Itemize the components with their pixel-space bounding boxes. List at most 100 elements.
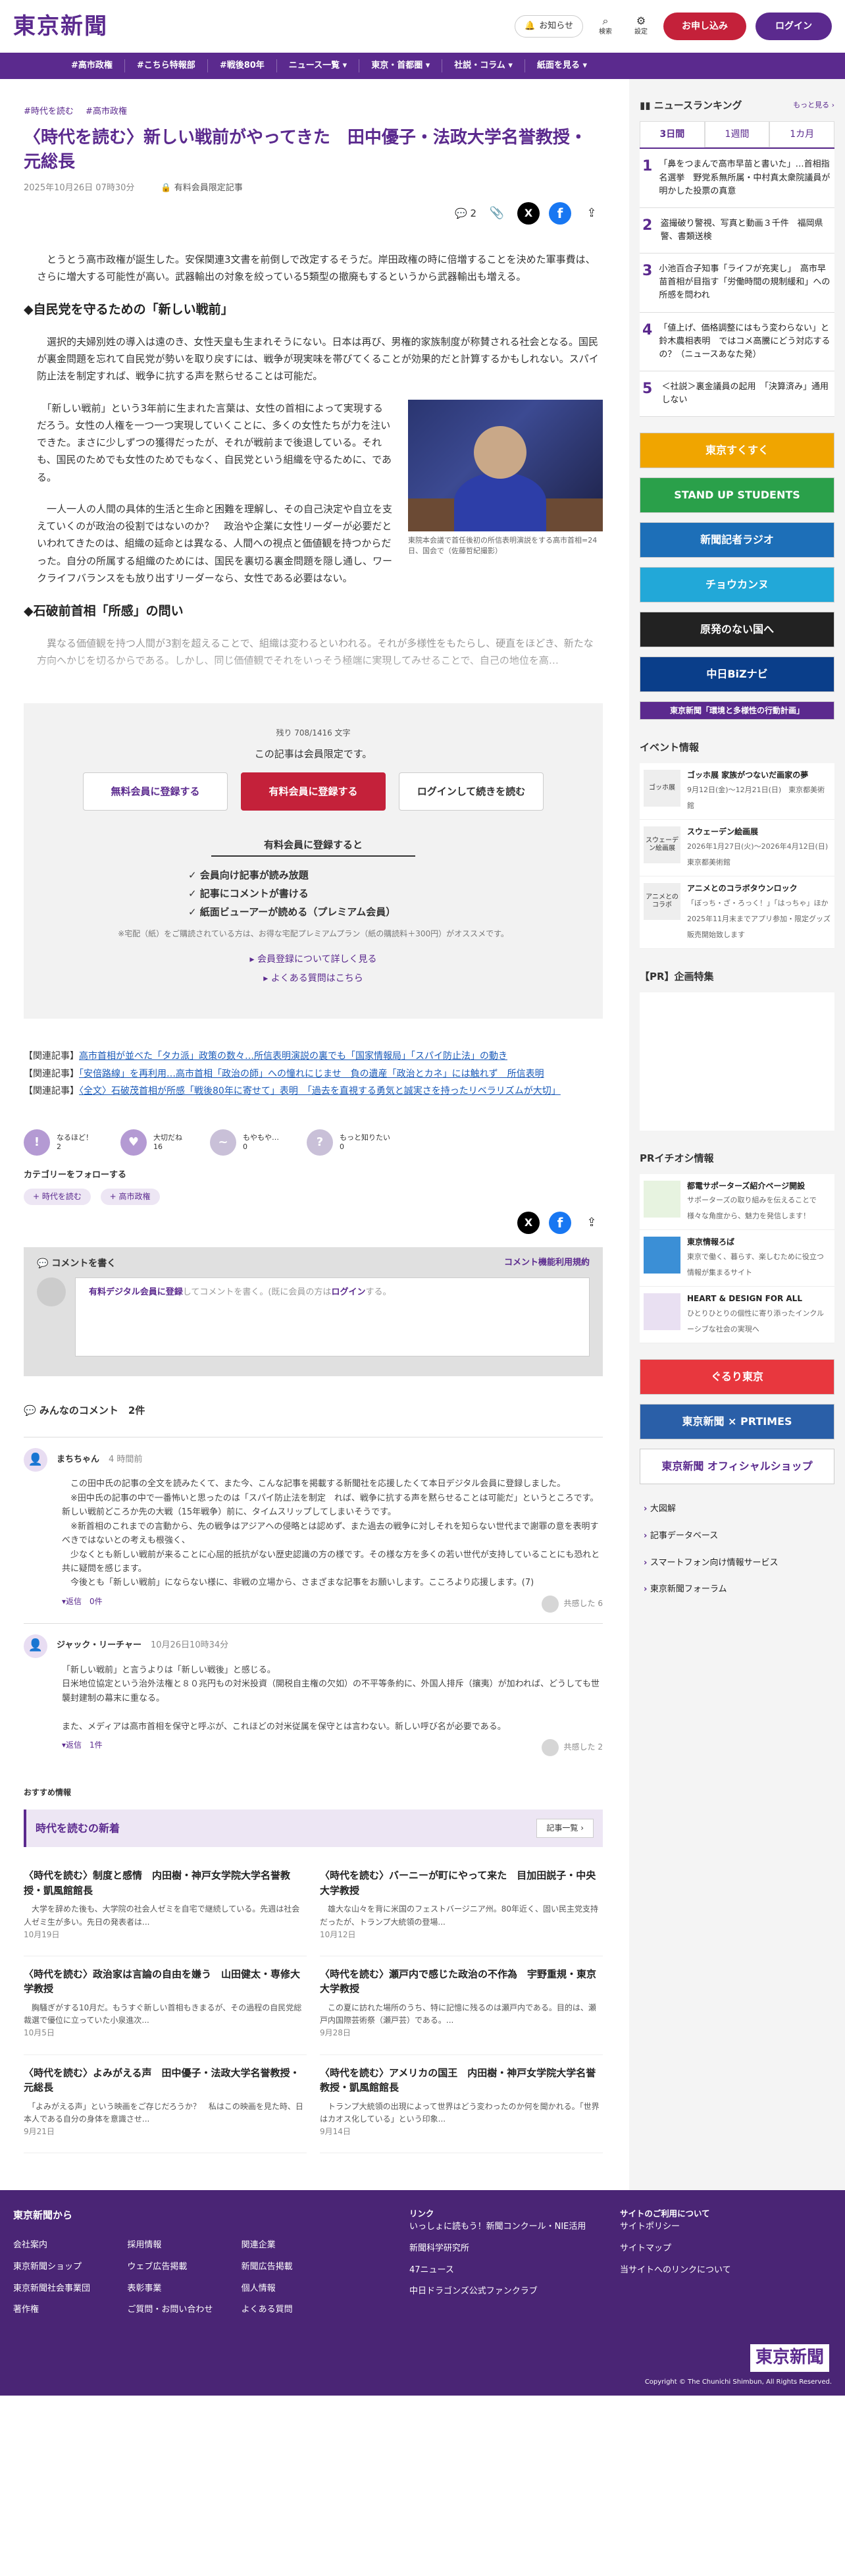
- sidebar-banner[interactable]: 新聞記者ラジオ: [640, 522, 834, 558]
- event-title[interactable]: スウェーデン絵画展: [687, 826, 831, 838]
- tag-link[interactable]: #高市政権: [86, 107, 127, 117]
- sidebar-banner[interactable]: 東京すくすく: [640, 433, 834, 469]
- tag-link[interactable]: #時代を読む: [24, 107, 74, 117]
- reaction-taisetsu[interactable]: ♥ 大切だね 16: [120, 1129, 182, 1156]
- ranking-title[interactable]: 盗撮破り警視、写真と動画３千件 福岡県警、書類送検: [661, 217, 832, 244]
- footer-link[interactable]: 47ニュース: [409, 2264, 620, 2278]
- article-list-button[interactable]: 記事一覧 ›: [536, 1819, 594, 1838]
- ranking-item[interactable]: 3 小池百合子知事「ライフが充実し」 高市早苗首相が目指す「労働時間の規制緩和」へ…: [640, 254, 834, 313]
- ranking-more-link[interactable]: もっと見る ›: [793, 99, 834, 111]
- card-title[interactable]: 〈時代を読む〉よみがえる声 田中優子・法政大学名誉教授・元総長: [24, 2066, 307, 2095]
- footer-link[interactable]: 新聞広告掲載: [242, 2261, 355, 2274]
- article-card[interactable]: 〈時代を読む〉よみがえる声 田中優子・法政大学名誉教授・元総長 「よみがえる声」…: [24, 2055, 307, 2154]
- ranking-title[interactable]: 「値上げ、価格調整にはもう変わらない」と鈴木農相表明 ではコメ高騰にどう対応する…: [659, 322, 832, 362]
- footer-link[interactable]: いっしょに読もう！新聞コンクール・NIE活用: [409, 2220, 620, 2234]
- ranking-title[interactable]: 「鼻をつまんで高市早苗と書いた」…首相指名選挙 野党系無所属・中村真太衆院議員が…: [659, 158, 832, 198]
- footer-link[interactable]: サイトマップ: [620, 2242, 832, 2256]
- footer-logo[interactable]: 東京新聞: [750, 2344, 829, 2373]
- card-title[interactable]: 〈時代を読む〉制度と感情 内田樹・神戸女学院大学名誉教授・凱風館館長: [24, 1868, 307, 1898]
- nav-item[interactable]: 東京・首都圏 ▾: [359, 59, 443, 72]
- facebook-share-icon[interactable]: f: [549, 1211, 571, 1234]
- event-item[interactable]: スウェーデン絵画展 スウェーデン絵画展 2026年1月27日(火)〜2026年4月1…: [640, 820, 835, 876]
- empathy-button[interactable]: 共感した 2: [541, 1739, 603, 1756]
- footer-link[interactable]: 著作権: [13, 2303, 127, 2317]
- footer-link[interactable]: 採用情報: [127, 2239, 241, 2253]
- search-button[interactable]: ⌕ 検索: [592, 14, 619, 38]
- register-link[interactable]: 有料デジタル会員に登録: [89, 1287, 183, 1297]
- ranking-item[interactable]: 5 ＜社説＞裏金議員の起用 「決算済み」通用しない: [640, 371, 834, 417]
- tab-1week[interactable]: 1週間: [704, 121, 770, 148]
- signup-button[interactable]: お申し込み: [663, 12, 746, 41]
- x-share-icon[interactable]: X: [517, 1211, 540, 1234]
- tab-3days[interactable]: 3日間: [640, 121, 705, 148]
- article-card[interactable]: 〈時代を読む〉政治家は言論の自由を嫌う 山田健太・専修大学教授 胸騒ぎがする10…: [24, 1956, 307, 2055]
- reply-toggle[interactable]: ▾返信 0件: [62, 1596, 103, 1613]
- event-title[interactable]: ゴッホ展 家族がつないだ画家の夢: [687, 770, 831, 781]
- footer-link[interactable]: 会社案内: [13, 2239, 127, 2253]
- footer-link[interactable]: 東京新聞社会事業団: [13, 2282, 127, 2296]
- card-title[interactable]: 〈時代を読む〉アメリカの国王 内田樹・神戸女学院大学名誉教授・凱風館館長: [320, 2066, 603, 2095]
- event-title[interactable]: アニメとのコラボタウンロック: [687, 883, 831, 894]
- ranking-title[interactable]: 小池百合子知事「ライフが充実し」 高市早苗首相が目指す「労働時間の規制緩和」への…: [659, 263, 832, 302]
- comment-input[interactable]: 有料デジタル会員に登録してコメントを書く。(既に会員の方はログインする。: [75, 1277, 590, 1357]
- ranking-title[interactable]: ＜社説＞裏金議員の起用 「決算済み」通用しない: [661, 381, 832, 407]
- nav-item[interactable]: #高市政権: [59, 59, 125, 72]
- footer-link[interactable]: 当サイトへのリンクについて: [620, 2264, 832, 2278]
- related-link[interactable]: 「安倍路線」を再利用…高市首相「政治の師」への憧れにじませ 負の遺産「政治とカネ…: [79, 1069, 544, 1079]
- reaction-moyamoya[interactable]: ~ もやもや… 0: [210, 1129, 279, 1156]
- empathy-button[interactable]: 共感した 6: [541, 1595, 603, 1613]
- footer-link[interactable]: ご質問・お問い合わせ: [127, 2303, 241, 2317]
- x-share-icon[interactable]: X: [517, 201, 540, 225]
- footer-link[interactable]: よくある質問: [242, 2303, 355, 2317]
- nav-item[interactable]: 紙面を見る ▾: [525, 59, 599, 72]
- nav-item[interactable]: #こちら特報部: [125, 59, 208, 72]
- free-signup-button[interactable]: 無料会員に登録する: [83, 772, 228, 811]
- share-icon[interactable]: ⇪: [580, 1212, 603, 1234]
- event-image[interactable]: ゴッホ展: [644, 770, 680, 807]
- site-logo[interactable]: 東京新聞: [13, 9, 108, 44]
- article-card[interactable]: 〈時代を読む〉制度と感情 内田樹・神戸女学院大学名誉教授・凱風館館長 大学を辞め…: [24, 1858, 307, 1956]
- sidebar-link[interactable]: スマートフォン向け情報サービス: [640, 1550, 834, 1577]
- login-link[interactable]: ログイン: [331, 1287, 365, 1297]
- follow-chip[interactable]: + 高市政権: [100, 1188, 160, 1205]
- facebook-share-icon[interactable]: f: [549, 201, 571, 225]
- tab-1month[interactable]: 1カ月: [769, 121, 835, 148]
- login-button[interactable]: ログイン: [755, 12, 832, 41]
- event-image[interactable]: スウェーデン絵画展: [644, 826, 680, 864]
- card-title[interactable]: 〈時代を読む〉政治家は言論の自由を嫌う 山田健太・専修大学教授: [24, 1967, 307, 1997]
- faq-link[interactable]: ▸ よくある質問はこちら: [50, 971, 576, 986]
- pr-item[interactable]: 東京情報ろば 東京で働く、暮らす、楽しむために役立つ情報が集まるサイト: [640, 1230, 834, 1287]
- article-card[interactable]: 〈時代を読む〉アメリカの国王 内田樹・神戸女学院大学名誉教授・凱風館館長 トラン…: [320, 2055, 603, 2154]
- sidebar-banner[interactable]: 東京新聞「環境と多様性の行動計画」: [640, 701, 834, 720]
- comment-rules-link[interactable]: コメント機能利用規約: [504, 1256, 590, 1271]
- follow-chip[interactable]: + 時代を読む: [24, 1188, 91, 1205]
- clip-icon[interactable]: 📎: [486, 202, 508, 225]
- paid-signup-button[interactable]: 有料会員に登録する: [241, 772, 386, 811]
- nav-item[interactable]: ニュース一覧 ▾: [277, 59, 360, 72]
- sidebar-link[interactable]: 記事データベース: [640, 1523, 834, 1550]
- ranking-item[interactable]: 4 「値上げ、価格調整にはもう変わらない」と鈴木農相表明 ではコメ高騰にどう対応す…: [640, 312, 834, 371]
- sidebar-link[interactable]: 大図解: [640, 1496, 834, 1523]
- nav-item[interactable]: #戦後80年: [208, 59, 277, 72]
- ranking-item[interactable]: 1 「鼻をつまんで高市早苗と書いた」…首相指名選挙 野党系無所属・中村真太衆院議員…: [640, 149, 834, 208]
- reaction-motto[interactable]: ? もっと知りたい 0: [307, 1129, 390, 1156]
- share-icon[interactable]: ⇪: [580, 202, 603, 225]
- pr-item-title[interactable]: HEART & DESIGN FOR ALL: [687, 1293, 831, 1304]
- membership-info-link[interactable]: ▸ 会員登録について詳しく見る: [50, 952, 576, 967]
- settings-button[interactable]: ⚙ 設定: [628, 14, 654, 38]
- related-link[interactable]: 高市首相が並べた「タカ派」政策の数々…所信表明演説の裏でも「国家情報局」「スパイ…: [79, 1051, 507, 1061]
- sidebar-banner[interactable]: 原発のない国へ: [640, 612, 834, 648]
- event-item[interactable]: ゴッホ展 ゴッホ展 家族がつないだ画家の夢 9月12日(金)〜12月21日(日) 東…: [640, 763, 834, 820]
- footer-link[interactable]: 表彰事業: [127, 2282, 241, 2296]
- footer-link[interactable]: ウェブ広告掲載: [127, 2261, 241, 2274]
- footer-link[interactable]: 個人情報: [242, 2282, 355, 2296]
- card-title[interactable]: 〈時代を読む〉バーニーが町にやって来た 目加田説子・中央大学教授: [320, 1868, 603, 1898]
- sidebar-banner[interactable]: チョウカンヌ: [640, 567, 834, 603]
- pr-item-title[interactable]: 東京情報ろば: [687, 1237, 831, 1248]
- card-title[interactable]: 〈時代を読む〉瀬戸内で感じた政治の不作為 宇野重規・東京大学教授: [320, 1967, 603, 1997]
- sidebar-banner[interactable]: ぐるり東京: [640, 1359, 834, 1395]
- ranking-item[interactable]: 2 盗撮破り警視、写真と動画３千件 福岡県警、書類送検: [640, 207, 834, 254]
- pr-item-title[interactable]: 都電サポーターズ紹介ページ開設: [687, 1181, 831, 1192]
- sidebar-link[interactable]: 東京新聞フォーラム: [640, 1576, 834, 1603]
- related-link[interactable]: 〈全文〉石破茂首相が所感「戦後80年に寄せて」表明 「過去を直視する勇気と誠実さ…: [79, 1086, 561, 1096]
